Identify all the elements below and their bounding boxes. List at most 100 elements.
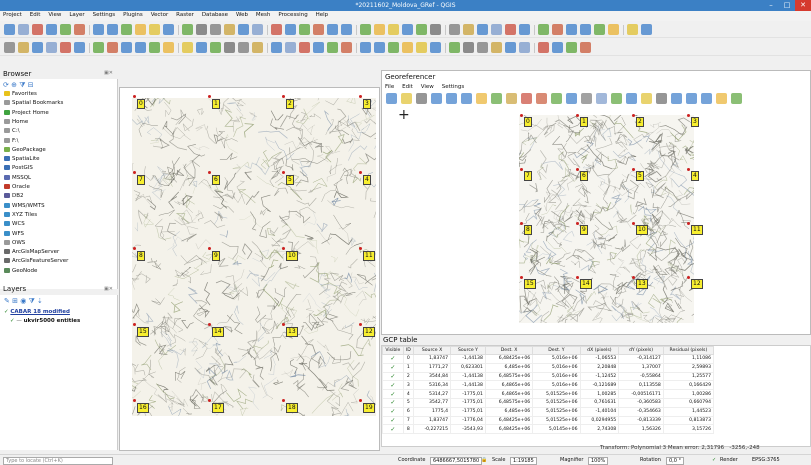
magnifier-field[interactable]: 100%: [588, 457, 609, 465]
table-row[interactable]: ✓ 3 5316,34 -1,44138 6,4865e+06 5,016e+06 -0,1…: [382, 380, 715, 391]
gcp-point[interactable]: [687, 222, 690, 225]
gcp-point[interactable]: [282, 323, 285, 326]
visible-checkbox[interactable]: ✓: [382, 406, 404, 417]
toolbar-tool-icon[interactable]: [285, 24, 296, 35]
toolbar-tool-icon[interactable]: [477, 42, 488, 53]
gcp-label[interactable]: 2: [636, 117, 644, 127]
georeferencer-tool-icon[interactable]: [551, 93, 562, 104]
georeferencer-tool-icon[interactable]: [491, 93, 502, 104]
toolbar-tool-icon[interactable]: [224, 24, 235, 35]
layer-checkbox[interactable]: ✓: [10, 318, 15, 324]
browser-item[interactable]: XYZ Tiles: [4, 211, 37, 220]
toolbar-tool-icon[interactable]: [238, 42, 249, 53]
browser-item[interactable]: GeoNode: [4, 267, 37, 276]
toolbar-tool-icon[interactable]: [388, 42, 399, 53]
gcp-point[interactable]: [208, 323, 211, 326]
georeferencer-raster[interactable]: [519, 115, 694, 323]
gcp-column-header[interactable]: Source X: [413, 346, 452, 355]
gcp-label[interactable]: 14: [212, 327, 224, 337]
toolbar-tool-icon[interactable]: [149, 24, 160, 35]
toolbar-tool-icon[interactable]: [182, 24, 193, 35]
gcp-label[interactable]: 12: [363, 327, 375, 337]
gcp-label[interactable]: 14: [580, 279, 592, 289]
toolbar-tool-icon[interactable]: [360, 42, 371, 53]
browser-item[interactable]: WFS: [4, 230, 24, 239]
gcp-column-header[interactable]: dX (pixels): [579, 346, 620, 355]
toolbar-tool-icon[interactable]: [196, 24, 207, 35]
eye-icon[interactable]: ◉: [20, 297, 26, 305]
toolbar-tool-icon[interactable]: [402, 42, 413, 53]
toolbar-tool-icon[interactable]: [107, 42, 118, 53]
gcp-label[interactable]: 11: [363, 251, 375, 261]
gcp-label[interactable]: 12: [691, 279, 703, 289]
toolbar-tool-icon[interactable]: [271, 24, 282, 35]
gcp-column-header[interactable]: Dest. Y: [532, 346, 581, 355]
menu-vector[interactable]: Vector: [148, 11, 172, 19]
visible-checkbox[interactable]: ✓: [382, 415, 404, 426]
visible-checkbox[interactable]: ✓: [382, 371, 404, 382]
toolbar-tool-icon[interactable]: [552, 42, 563, 53]
gcp-point[interactable]: [576, 168, 579, 171]
browser-item[interactable]: ArcGisMapServer: [4, 249, 59, 257]
toolbar-tool-icon[interactable]: [538, 42, 549, 53]
gcp-point[interactable]: [282, 95, 285, 98]
georeferencer-tool-icon[interactable]: [686, 93, 697, 104]
gcp-label[interactable]: 15: [524, 279, 536, 289]
browser-item[interactable]: F:\: [4, 137, 18, 146]
toolbar-tool-icon[interactable]: [313, 42, 324, 53]
gcp-label[interactable]: 15: [137, 327, 149, 337]
gcp-point[interactable]: [520, 222, 523, 225]
georeferencer-tool-icon[interactable]: [626, 93, 637, 104]
georeferencer-tool-icon[interactable]: [386, 93, 397, 104]
toolbar-tool-icon[interactable]: [135, 42, 146, 53]
toolbar-tool-icon[interactable]: [121, 24, 132, 35]
gcp-label[interactable]: 4: [691, 171, 699, 181]
toolbar-tool-icon[interactable]: [580, 24, 591, 35]
toolbar-tool-icon[interactable]: [449, 24, 460, 35]
visible-checkbox[interactable]: ✓: [382, 354, 404, 364]
browser-item[interactable]: WMS/WMTS: [4, 202, 45, 211]
gcp-label[interactable]: 2: [286, 99, 294, 109]
toolbar-tool-icon[interactable]: [46, 24, 57, 35]
geo-menu-edit[interactable]: Edit: [402, 84, 413, 90]
gcp-point[interactable]: [133, 399, 136, 402]
minimize-button[interactable]: –: [763, 0, 779, 11]
georeferencer-tool-icon[interactable]: [566, 93, 577, 104]
layer-item[interactable]: ✓ CABAR 18 modified: [4, 309, 70, 315]
toolbar-tool-icon[interactable]: [388, 24, 399, 35]
toolbar-tool-icon[interactable]: [93, 24, 104, 35]
collapse-icon[interactable]: ⊟: [28, 81, 34, 89]
scale-field[interactable]: 1:19185: [510, 457, 537, 465]
menu-mesh[interactable]: Mesh: [253, 11, 273, 19]
gcp-point[interactable]: [359, 323, 362, 326]
gcp-point[interactable]: [687, 168, 690, 171]
gcp-point[interactable]: [208, 95, 211, 98]
locator-search-input[interactable]: Type to locate (Ctrl+K): [3, 457, 113, 465]
toolbar-tool-icon[interactable]: [402, 24, 413, 35]
toolbar-tool-icon[interactable]: [149, 42, 160, 53]
gcp-label[interactable]: 9: [580, 225, 588, 235]
browser-item[interactable]: PostGIS: [4, 165, 33, 173]
gcp-point[interactable]: [576, 222, 579, 225]
gcp-label[interactable]: 6: [580, 171, 588, 181]
toolbar-tool-icon[interactable]: [327, 42, 338, 53]
gcp-label[interactable]: 16: [137, 403, 149, 413]
browser-item[interactable]: OWS: [4, 239, 25, 248]
toolbar-tool-icon[interactable]: [238, 24, 249, 35]
menu-settings[interactable]: Settings: [90, 11, 119, 19]
gcp-point[interactable]: [576, 276, 579, 279]
toolbar-tool-icon[interactable]: [566, 24, 577, 35]
refresh-icon[interactable]: ⟳: [3, 81, 9, 89]
toolbar-tool-icon[interactable]: [341, 24, 352, 35]
toolbar-tool-icon[interactable]: [327, 24, 338, 35]
georeferencer-tool-icon[interactable]: [611, 93, 622, 104]
toolbar-tool-icon[interactable]: [374, 42, 385, 53]
gcp-label[interactable]: 7: [524, 171, 532, 181]
toolbar-tool-icon[interactable]: [374, 24, 385, 35]
georeferencer-tool-icon[interactable]: [731, 93, 742, 104]
table-row[interactable]: ✓ 4 5314,27 -1775,01 6,4865e+06 5,01525e+06 1,…: [382, 389, 715, 399]
toolbar-tool-icon[interactable]: [580, 42, 591, 53]
gcp-label[interactable]: 1: [580, 117, 588, 127]
menu-processing[interactable]: Processing: [275, 11, 310, 19]
gcp-column-header[interactable]: Source Y: [450, 346, 486, 355]
